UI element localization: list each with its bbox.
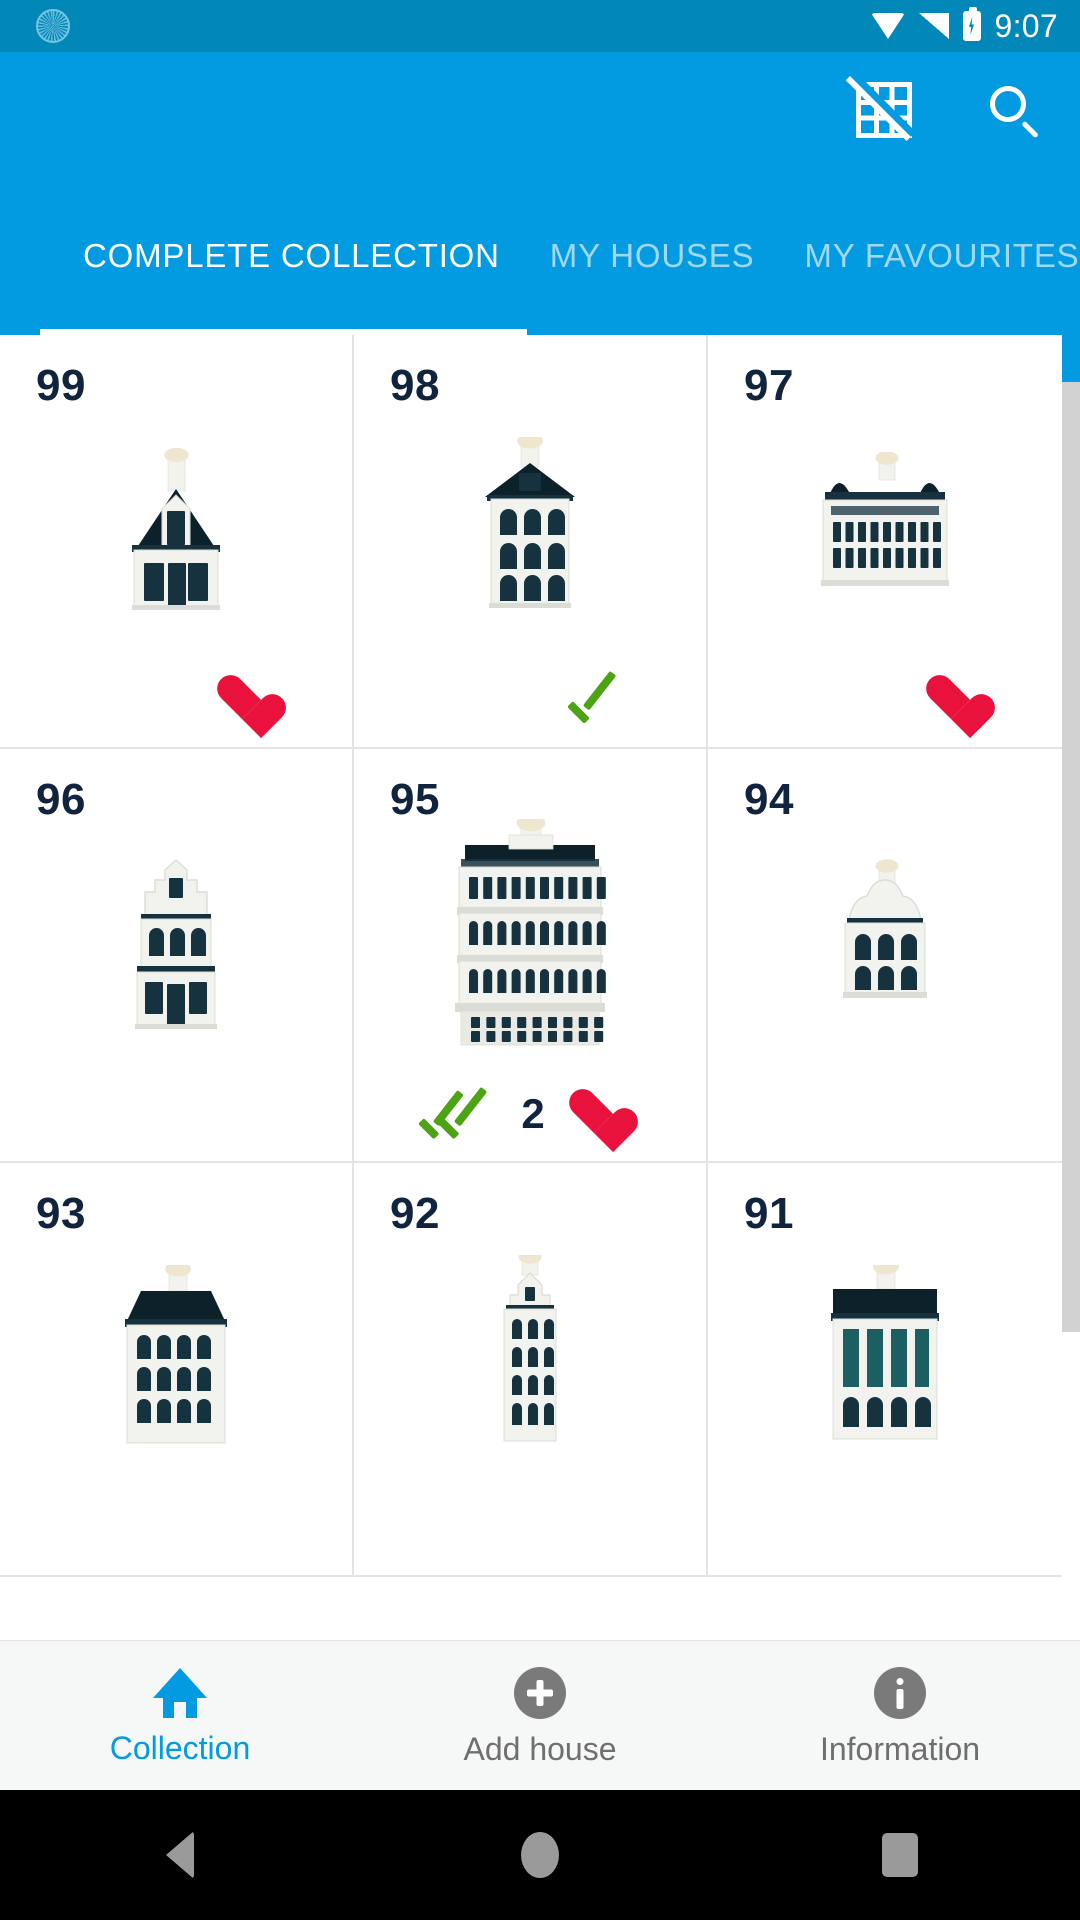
cell-badges — [354, 669, 706, 731]
signal-icon — [918, 13, 949, 39]
bottom-navigation: Collection Add house Information — [0, 1640, 1080, 1790]
home-icon — [153, 1667, 207, 1718]
search-icon — [986, 82, 1042, 139]
cell-badges — [708, 1497, 1062, 1559]
collection-cell[interactable]: 94 — [708, 749, 1062, 1163]
recents-square-icon — [882, 1833, 918, 1877]
house-image — [708, 1207, 1062, 1513]
collection-scroll-area[interactable]: 99 98 97 96 95 2 94 93 92 91 — [0, 335, 1080, 1700]
nav-item-information[interactable]: Information — [720, 1641, 1080, 1790]
cell-badges — [0, 669, 352, 731]
tab-complete-collection[interactable]: COMPLETE COLLECTION — [58, 239, 525, 272]
house-image — [0, 1207, 352, 1513]
heart-icon — [924, 676, 978, 724]
nav-item-collection[interactable]: Collection — [0, 1641, 360, 1790]
house-image — [708, 379, 1062, 685]
back-button[interactable] — [120, 1825, 240, 1885]
cell-badges — [354, 1497, 706, 1559]
android-navigation-bar — [0, 1790, 1080, 1920]
grid-off-button[interactable] — [845, 74, 920, 146]
back-triangle-icon — [166, 1831, 194, 1879]
house-image — [708, 793, 1062, 1099]
cell-badges — [0, 1497, 352, 1559]
tab-bar: COMPLETE COLLECTION MY HOUSES MY FAVOURI… — [0, 239, 1080, 335]
collection-cell[interactable]: 95 2 — [354, 749, 708, 1163]
status-bar-clock: 9:07 — [994, 7, 1058, 44]
collection-grid: 99 98 97 96 95 2 94 93 92 91 — [0, 335, 1062, 1577]
scrollbar[interactable] — [1062, 335, 1080, 1700]
cell-badges: 2 — [354, 1083, 706, 1145]
sync-icon — [36, 9, 70, 43]
house-image — [0, 793, 352, 1099]
home-button[interactable] — [480, 1825, 600, 1885]
wifi-icon — [870, 13, 905, 39]
collection-cell[interactable]: 91 — [708, 1163, 1062, 1577]
heart-icon — [567, 1090, 621, 1138]
status-bar: 9:07 — [0, 0, 1080, 52]
collection-cell[interactable]: 96 — [0, 749, 354, 1163]
recents-button[interactable] — [840, 1825, 960, 1885]
search-button[interactable] — [978, 74, 1050, 146]
nav-label-collection: Collection — [109, 1729, 251, 1766]
collection-cell[interactable]: 92 — [354, 1163, 708, 1577]
status-bar-left — [36, 9, 70, 43]
double-check-icon — [418, 1086, 499, 1140]
nav-label-information: Information — [819, 1730, 981, 1767]
house-image — [354, 379, 706, 685]
cell-badges — [708, 1083, 1062, 1145]
status-bar-right: 9:07 — [870, 7, 1058, 45]
collection-cell[interactable]: 93 — [0, 1163, 354, 1577]
collection-cell[interactable]: 98 — [354, 335, 708, 749]
tab-my-houses[interactable]: MY HOUSES — [525, 239, 780, 272]
house-image — [354, 1207, 706, 1513]
collection-cell[interactable]: 99 — [0, 335, 354, 749]
info-circle-icon — [874, 1666, 926, 1719]
collection-cell[interactable]: 97 — [708, 335, 1062, 749]
nav-item-add-house[interactable]: Add house — [360, 1641, 720, 1790]
house-image — [354, 793, 706, 1099]
owned-count: 2 — [521, 1090, 545, 1137]
cell-badges — [708, 669, 1062, 731]
battery-charging-icon — [962, 7, 981, 41]
nav-label-add-house: Add house — [463, 1730, 617, 1767]
cell-badges — [0, 1083, 352, 1145]
heart-icon — [215, 676, 269, 724]
tab-my-favourites[interactable]: MY FAVOURITES — [779, 239, 1080, 272]
app-bar: COMPLETE COLLECTION MY HOUSES MY FAVOURI… — [0, 52, 1080, 335]
grid-off-icon — [845, 76, 912, 142]
plus-circle-icon — [514, 1666, 566, 1719]
app-bar-actions — [845, 74, 1050, 146]
house-image — [0, 379, 352, 685]
home-circle-icon — [521, 1832, 559, 1878]
check-icon — [568, 678, 624, 722]
scrollbar-thumb[interactable] — [1062, 382, 1080, 1332]
scrollbar-top-segment — [1062, 335, 1080, 382]
